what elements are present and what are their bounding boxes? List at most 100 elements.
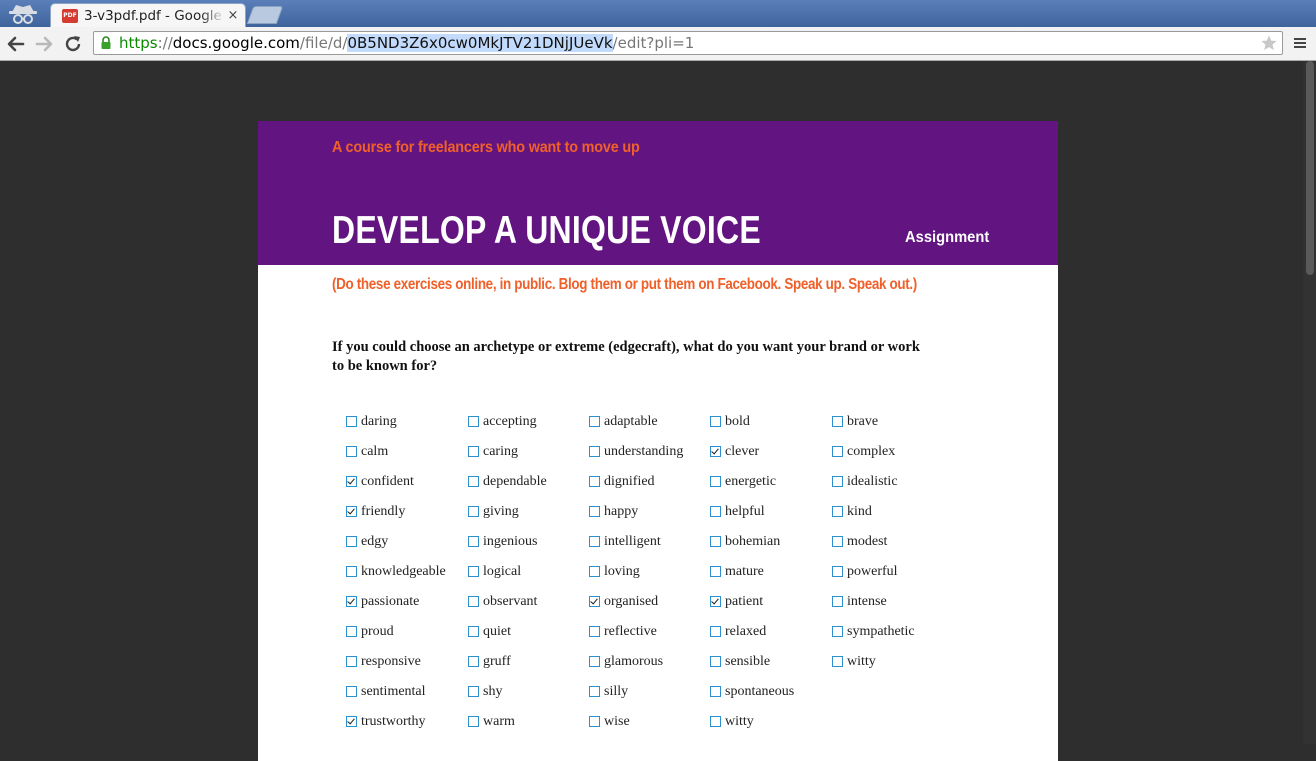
checkbox-icon[interactable] <box>832 506 843 517</box>
checklist-label: responsive <box>361 654 421 669</box>
checkbox-icon[interactable] <box>346 536 357 547</box>
checkbox-icon[interactable] <box>710 626 721 637</box>
assignment-label: Assignment <box>905 229 990 246</box>
checked-checkbox-icon[interactable] <box>346 476 357 487</box>
checkbox-icon[interactable] <box>346 656 357 667</box>
checkbox-icon[interactable] <box>589 566 600 577</box>
checklist-label: reflective <box>604 624 657 639</box>
checkbox-icon[interactable] <box>710 476 721 487</box>
page-title: DEVELOP A UNIQUE VOICE <box>332 209 761 252</box>
checkbox-icon[interactable] <box>832 656 843 667</box>
header-banner: A course for freelancers who want to mov… <box>258 121 1058 265</box>
star-icon[interactable] <box>1260 34 1278 52</box>
checkbox-icon[interactable] <box>589 476 600 487</box>
checklist-label: idealistic <box>847 474 898 489</box>
checkbox-icon[interactable] <box>346 446 357 457</box>
checkbox-icon[interactable] <box>468 536 479 547</box>
checkbox-icon[interactable] <box>832 596 843 607</box>
checklist-label: bohemian <box>725 534 781 549</box>
back-arrow-icon[interactable] <box>5 33 27 55</box>
tab-active[interactable]: PDF 3-v3pdf.pdf - Google Docs × <box>50 3 246 27</box>
address-bar[interactable]: https://docs.google.com/file/d/0B5ND3Z6x… <box>93 31 1283 55</box>
checklist-label: sensible <box>725 654 771 669</box>
checkbox-icon[interactable] <box>346 626 357 637</box>
checkbox-icon[interactable] <box>589 656 600 667</box>
checkbox-icon[interactable] <box>589 686 600 697</box>
scrollbar[interactable] <box>1303 61 1316 744</box>
checklist-label: energetic <box>725 474 777 489</box>
checklist-label: glamorous <box>604 654 664 669</box>
checkbox-icon[interactable] <box>589 506 600 517</box>
checklist-label: silly <box>604 684 629 699</box>
checkbox-icon[interactable] <box>468 476 479 487</box>
checkbox-icon[interactable] <box>468 416 479 427</box>
checkbox-icon[interactable] <box>832 416 843 427</box>
checklist-label: friendly <box>361 504 406 519</box>
checklist-label: gruff <box>483 654 511 669</box>
reload-icon[interactable] <box>62 33 84 55</box>
incognito-icon <box>9 5 37 24</box>
checklist-label: brave <box>847 414 879 429</box>
checklist-label: witty <box>847 654 876 669</box>
new-tab-button[interactable] <box>246 6 284 24</box>
forward-arrow-icon[interactable] <box>33 33 55 55</box>
checklist-label: caring <box>483 444 518 459</box>
checkbox-icon[interactable] <box>468 686 479 697</box>
checked-checkbox-icon[interactable] <box>346 716 357 727</box>
checklist-label: dignified <box>604 474 655 489</box>
checklist-label: intense <box>847 594 887 609</box>
tab-close-icon[interactable]: × <box>226 6 240 26</box>
checklist-label: dependable <box>483 474 547 489</box>
checkbox-icon[interactable] <box>832 446 843 457</box>
checkbox-icon[interactable] <box>710 686 721 697</box>
pdf-page: A course for freelancers who want to mov… <box>258 121 1058 761</box>
scrollbar-thumb[interactable] <box>1306 61 1314 275</box>
checkbox-icon[interactable] <box>468 656 479 667</box>
checklist-label: shy <box>483 684 503 699</box>
checkbox-icon[interactable] <box>346 416 357 427</box>
checklist-label: understanding <box>604 444 684 459</box>
checkbox-icon[interactable] <box>710 536 721 547</box>
checkbox-icon[interactable] <box>346 686 357 697</box>
checklist-label: powerful <box>847 564 898 579</box>
checkbox-icon[interactable] <box>710 416 721 427</box>
checkbox-icon[interactable] <box>468 506 479 517</box>
checkbox-icon[interactable] <box>832 566 843 577</box>
checkbox-icon[interactable] <box>468 566 479 577</box>
checklist-label: bold <box>725 414 750 429</box>
checkbox-icon[interactable] <box>468 716 479 727</box>
checkbox-icon[interactable] <box>468 596 479 607</box>
checklist-label: adaptable <box>604 414 658 429</box>
instructions: (Do these exercises online, in public. B… <box>332 276 917 293</box>
checklist-label: organised <box>604 594 659 609</box>
checkbox-icon[interactable] <box>346 566 357 577</box>
url-text[interactable]: https://docs.google.com/file/d/0B5ND3Z6x… <box>119 32 694 54</box>
checked-checkbox-icon[interactable] <box>346 596 357 607</box>
checked-checkbox-icon[interactable] <box>589 596 600 607</box>
checkbox-icon[interactable] <box>589 446 600 457</box>
checklist-label: logical <box>483 564 522 579</box>
checkbox-icon[interactable] <box>589 716 600 727</box>
checklist-label: quiet <box>483 624 511 639</box>
checkbox-icon[interactable] <box>468 626 479 637</box>
checklist-label: happy <box>604 504 639 519</box>
checkbox-icon[interactable] <box>710 656 721 667</box>
checkbox-icon[interactable] <box>832 476 843 487</box>
checkbox-icon[interactable] <box>589 416 600 427</box>
checked-checkbox-icon[interactable] <box>710 596 721 607</box>
checkbox-icon[interactable] <box>589 626 600 637</box>
checked-checkbox-icon[interactable] <box>710 446 721 457</box>
checkbox-icon[interactable] <box>710 506 721 517</box>
checklist-label: sentimental <box>361 684 426 699</box>
checked-checkbox-icon[interactable] <box>346 506 357 517</box>
menu-icon[interactable] <box>1293 36 1307 50</box>
checkbox-icon[interactable] <box>589 536 600 547</box>
checkbox-icon[interactable] <box>710 716 721 727</box>
checkbox-icon[interactable] <box>832 626 843 637</box>
tab-strip: PDF 3-v3pdf.pdf - Google Docs × <box>0 0 1316 27</box>
checkbox-icon[interactable] <box>468 446 479 457</box>
checklist-label: confident <box>361 474 414 489</box>
checklist-label: calm <box>361 444 389 459</box>
checkbox-icon[interactable] <box>710 566 721 577</box>
checkbox-icon[interactable] <box>832 536 843 547</box>
